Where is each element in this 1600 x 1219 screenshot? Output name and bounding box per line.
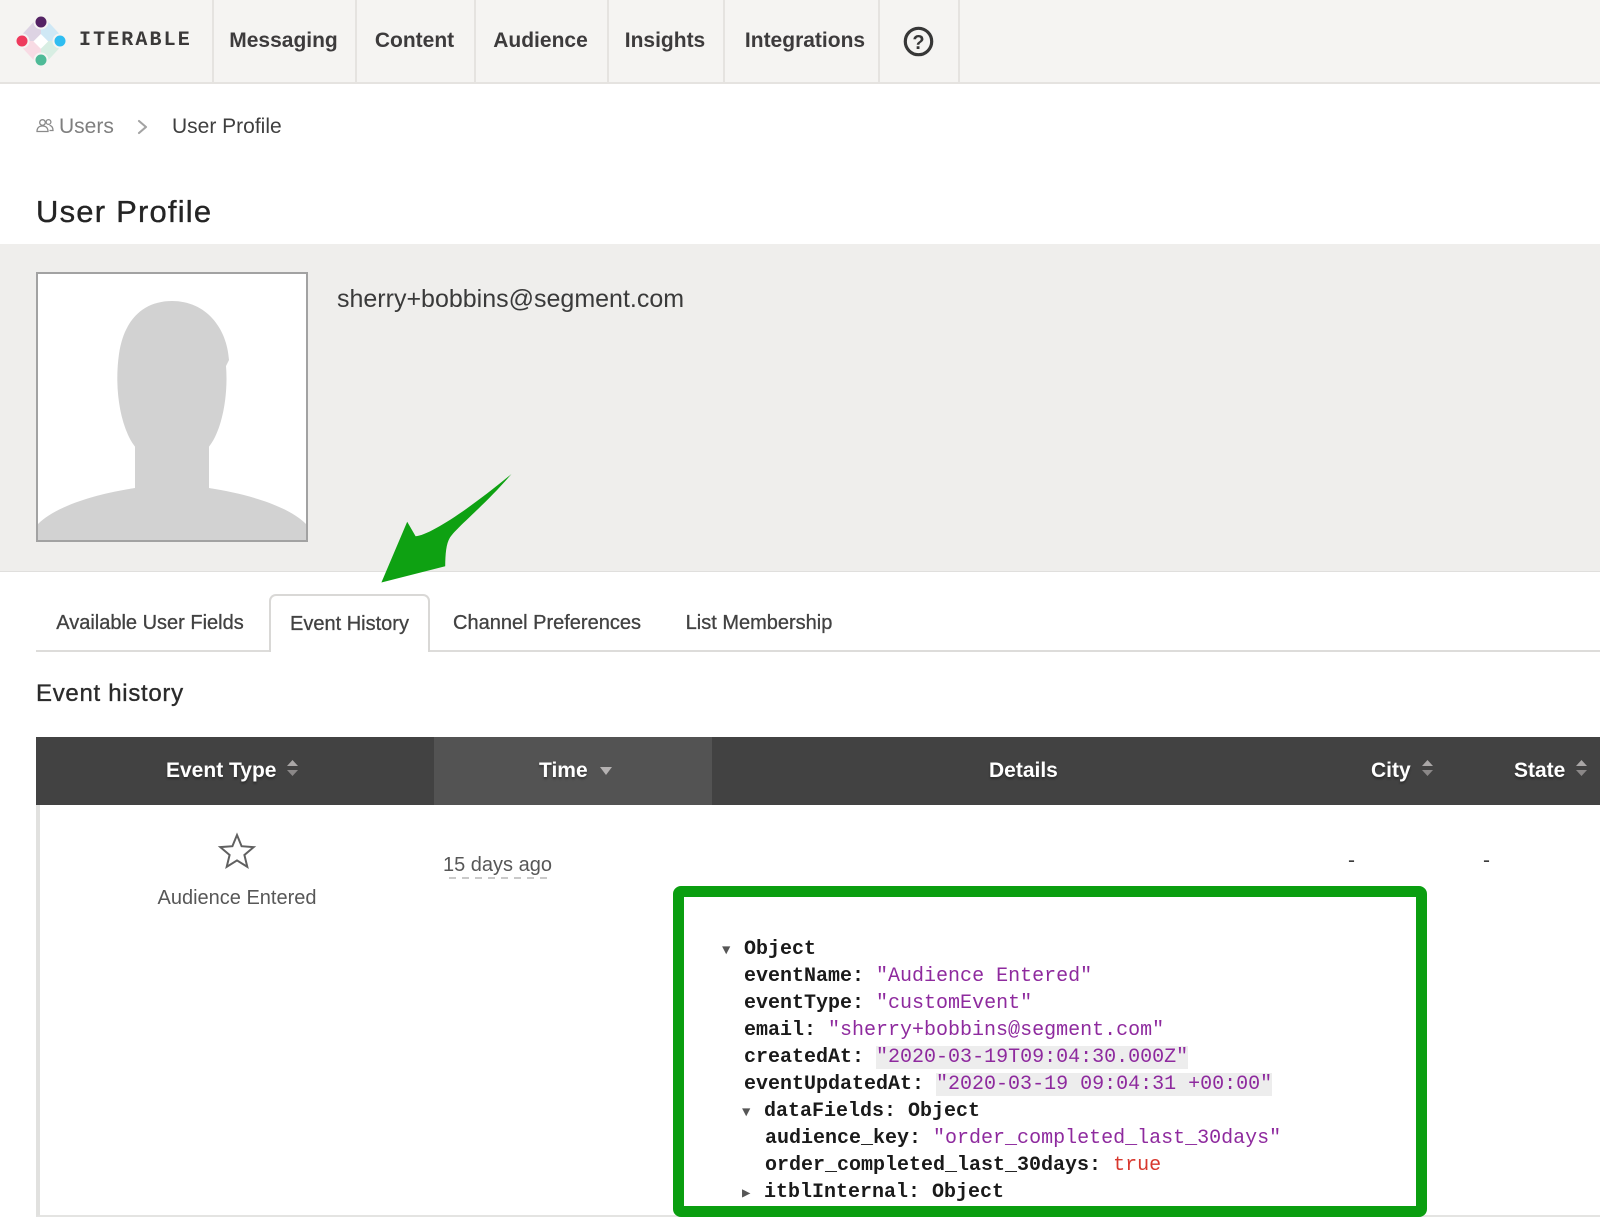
svg-text:?: ? <box>912 32 924 54</box>
